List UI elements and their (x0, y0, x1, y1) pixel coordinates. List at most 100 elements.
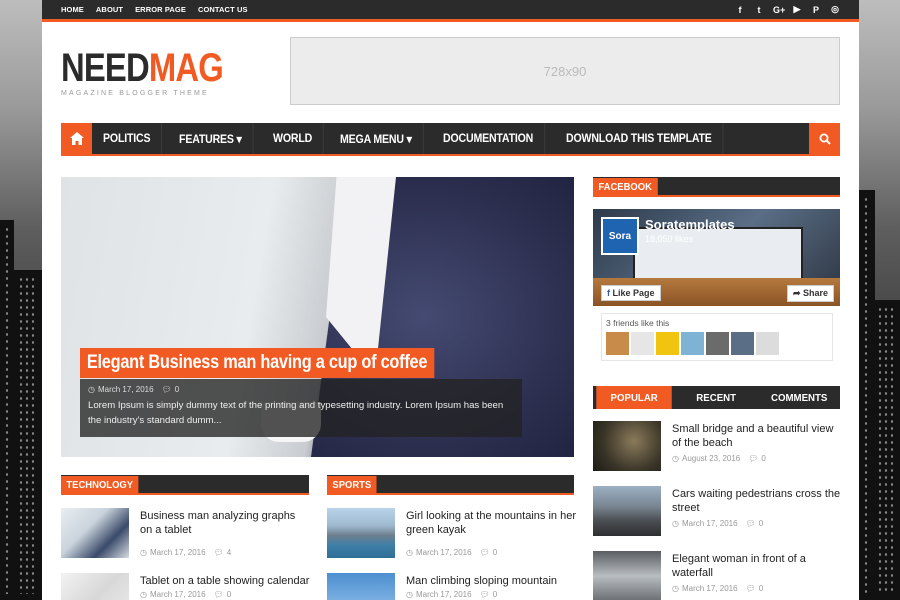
post-title[interactable]: Tablet on a table showing calendar (140, 574, 310, 588)
list-item[interactable]: Elegant woman in front of a waterfall ◷ M… (593, 551, 840, 600)
post-thumbnail[interactable] (327, 573, 395, 600)
avatar[interactable] (756, 332, 779, 355)
facebook-page-name[interactable]: Soratemplates (645, 217, 735, 232)
avatar[interactable] (631, 332, 654, 355)
date-meta: ◷ March 17, 2016 (88, 385, 154, 394)
nav-item-world[interactable]: WORLD (262, 123, 324, 154)
youtube-icon[interactable]: ▶ (792, 4, 802, 15)
date-meta: ◷ August 23, 2016 (672, 454, 740, 463)
post-meta: ◷ March 17, 2016 💬︎ 0 (406, 590, 497, 599)
tab-recent[interactable]: RECENT (679, 386, 755, 409)
avatar[interactable] (606, 332, 629, 355)
comment-count: 0 (758, 519, 764, 528)
nav-item-features[interactable]: FEATURES ▾ (168, 123, 255, 154)
main-nav: POLITICS FEATURES ▾ WORLD MEGA MENU ▾ DO… (61, 123, 840, 156)
clock-icon: ◷ (88, 385, 95, 394)
comment-meta: 💬︎ 0 (480, 548, 498, 557)
post-date: August 23, 2016 (681, 454, 741, 463)
nav-item-politics[interactable]: POLITICS (92, 123, 163, 154)
page-container: HOME ABOUT ERROR PAGE CONTACT US f t G+ … (42, 0, 859, 600)
avatar[interactable] (656, 332, 679, 355)
home-icon (69, 132, 84, 145)
post-title[interactable]: Girl looking at the mountains in her gre… (406, 509, 576, 537)
list-item[interactable]: Man climbing sloping mountain ◷ March 17,… (327, 573, 575, 600)
top-link-about[interactable]: ABOUT (96, 5, 123, 14)
nav-item-mega-menu[interactable]: MEGA MENU ▾ (329, 123, 424, 154)
featured-post-title[interactable]: Elegant Business man having a cup of cof… (80, 348, 435, 378)
pinterest-icon[interactable]: P (811, 5, 821, 15)
comment-icon: 💬︎ (745, 584, 756, 593)
comment-meta: 💬︎ 0 (162, 385, 180, 394)
home-button[interactable] (61, 123, 92, 154)
post-title[interactable]: Elegant woman in front of a waterfall (672, 552, 842, 580)
search-icon (819, 133, 831, 145)
tab-comments[interactable]: COMMENTS (761, 386, 837, 409)
facebook-label: FACEBOOK (593, 178, 658, 196)
clock-icon: ◷ (140, 590, 147, 599)
comment-meta: 💬︎ 4 (214, 548, 232, 557)
site-logo[interactable]: NEEDMAG MAGAZINE BLOGGER THEME (61, 48, 258, 97)
comment-count: 0 (174, 385, 180, 394)
list-item[interactable]: Cars waiting pedestrians cross the stree… (593, 486, 840, 536)
comment-count: 0 (758, 584, 764, 593)
share-button[interactable]: ➦ Share (786, 285, 834, 302)
featured-post-meta: ◷ March 17, 2016 💬︎ 0 (88, 385, 514, 394)
twitter-icon[interactable]: t (754, 5, 764, 15)
google-plus-icon[interactable]: G+ (773, 5, 785, 15)
top-link-error-page[interactable]: ERROR PAGE (135, 5, 186, 14)
facebook-icon[interactable]: f (735, 5, 745, 15)
featured-post-info: ◷ March 17, 2016 💬︎ 0 Lorem Ipsum is simpl… (80, 379, 522, 437)
nav-item-download-template[interactable]: DOWNLOAD THIS TEMPLATE (555, 123, 724, 154)
comment-icon: 💬︎ (213, 548, 224, 557)
post-thumbnail[interactable] (61, 573, 129, 600)
post-thumbnail[interactable] (593, 486, 661, 536)
site-header: NEEDMAG MAGAZINE BLOGGER THEME 728x90 (42, 22, 859, 120)
post-thumbnail[interactable] (593, 421, 661, 471)
technology-label[interactable]: TECHNOLOGY (61, 476, 139, 494)
post-date: March 17, 2016 (97, 385, 154, 394)
sports-label[interactable]: SPORTS (327, 476, 377, 494)
date-meta: ◷ March 17, 2016 (140, 548, 206, 557)
post-title[interactable]: Cars waiting pedestrians cross the stree… (672, 487, 842, 515)
date-meta: ◷ March 17, 2016 (406, 590, 472, 599)
post-title[interactable]: Business man analyzing graphs on a table… (140, 509, 310, 537)
list-item[interactable]: Tablet on a table showing calendar ◷ Marc… (61, 573, 309, 600)
facebook-page-logo[interactable]: Sora (601, 217, 639, 255)
avatar[interactable] (681, 332, 704, 355)
top-link-contact-us[interactable]: CONTACT US (198, 5, 248, 14)
tab-popular[interactable]: POPULAR (596, 386, 673, 409)
post-meta: ◷ March 17, 2016 💬︎ 4 (140, 548, 231, 557)
like-page-button[interactable]: f Like Page (601, 285, 661, 301)
top-link-home[interactable]: HOME (61, 5, 84, 14)
list-item[interactable]: Girl looking at the mountains in her gre… (327, 508, 576, 558)
post-meta: ◷ March 17, 2016 💬︎ 0 (672, 519, 763, 528)
search-button[interactable] (809, 123, 840, 154)
post-thumbnail[interactable] (61, 508, 129, 558)
date-meta: ◷ March 17, 2016 (672, 519, 738, 528)
avatar[interactable] (706, 332, 729, 355)
post-title[interactable]: Small bridge and a beautiful view of the… (672, 422, 842, 450)
instagram-icon[interactable]: ◎ (830, 4, 840, 15)
ad-banner[interactable]: 728x90 (290, 37, 840, 105)
comment-icon: 💬︎ (479, 590, 490, 599)
friends-text: 3 friends like this (606, 318, 670, 328)
post-meta: ◷ March 17, 2016 💬︎ 0 (672, 584, 763, 593)
featured-post[interactable]: Elegant Business man having a cup of cof… (61, 177, 574, 457)
list-item[interactable]: Small bridge and a beautiful view of the… (593, 421, 840, 471)
date-meta: ◷ March 17, 2016 (140, 590, 206, 599)
comment-count: 0 (226, 590, 232, 599)
featured-post-excerpt: Lorem Ipsum is simply dummy text of the … (88, 400, 504, 426)
post-thumbnail[interactable] (593, 551, 661, 600)
avatar[interactable] (731, 332, 754, 355)
date-meta: ◷ March 17, 2016 (672, 584, 738, 593)
nav-item-documentation[interactable]: DOCUMENTATION (432, 123, 545, 154)
list-item[interactable]: Business man analyzing graphs on a table… (61, 508, 309, 558)
post-title[interactable]: Man climbing sloping mountain (406, 574, 576, 588)
post-meta: ◷ March 17, 2016 💬︎ 0 (406, 548, 497, 557)
facebook-widget[interactable]: Sora Soratemplates 18,050 likes f Like P… (593, 209, 840, 365)
clock-icon: ◷ (672, 584, 679, 593)
post-thumbnail[interactable] (327, 508, 395, 558)
technology-heading: TECHNOLOGY (61, 475, 309, 495)
comment-meta: 💬︎ 0 (480, 590, 498, 599)
facebook-likes: 18,050 likes (645, 234, 694, 244)
